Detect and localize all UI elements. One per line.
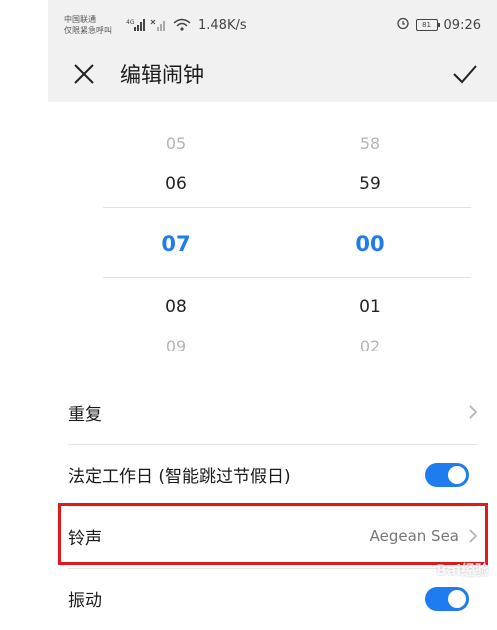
chevron-right-icon (469, 529, 478, 543)
status-bar: 中国联通 仅限紧急呼叫 4G 1.48K/s 81 09:26 (48, 0, 497, 46)
toggle-knob (448, 590, 466, 608)
alarm-edit-screen: 中国联通 仅限紧急呼叫 4G 1.48K/s 81 09:26 编辑闹钟 05 … (48, 0, 497, 611)
vibrate-label: 振动 (68, 591, 102, 611)
time-picker[interactable]: 05 06 07 08 09 58 59 00 01 02 (48, 102, 497, 352)
repeat-label: 重复 (68, 405, 102, 425)
ringtone-row[interactable]: 铃声 Aegean Sea (48, 506, 497, 568)
workday-toggle[interactable] (425, 463, 469, 487)
hour-option[interactable]: 06 (136, 174, 216, 194)
hour-selected[interactable]: 07 (136, 232, 216, 256)
picker-divider-top (103, 207, 471, 208)
carrier-status: 仅限紧急呼叫 (64, 26, 112, 35)
hour-option[interactable]: 08 (136, 297, 216, 317)
signal-icon-2 (150, 18, 168, 35)
minute-option[interactable]: 59 (330, 174, 410, 194)
wifi-icon (172, 18, 192, 35)
network-speed: 1.48K/s (198, 18, 247, 33)
signal-icon: 4G (126, 18, 146, 35)
page-title: 编辑闹钟 (120, 63, 204, 87)
carrier-name: 中国联通 (64, 15, 96, 24)
ringtone-value: Aegean Sea (369, 527, 459, 545)
ringtone-label: 铃声 (68, 529, 102, 549)
minute-selected[interactable]: 00 (330, 232, 410, 256)
close-icon (74, 64, 94, 84)
minute-option[interactable]: 58 (330, 134, 410, 153)
workday-row[interactable]: 法定工作日 (智能跳过节假日) (48, 444, 497, 506)
close-button[interactable] (70, 60, 98, 88)
hour-option[interactable]: 05 (136, 134, 216, 153)
status-right: 81 09:26 (396, 16, 481, 34)
checkmark-icon (453, 65, 477, 84)
confirm-button[interactable] (451, 60, 479, 88)
picker-divider-bottom (103, 277, 471, 278)
battery-icon: 81 (415, 19, 440, 31)
minute-option[interactable]: 01 (330, 297, 410, 317)
signal-4g-label: 4G (126, 19, 135, 26)
minute-option[interactable]: 02 (330, 337, 410, 351)
vibrate-toggle[interactable] (425, 587, 469, 611)
hour-option[interactable]: 09 (136, 337, 216, 351)
toggle-knob (448, 466, 466, 484)
title-bar: 编辑闹钟 (48, 46, 497, 102)
repeat-row[interactable]: 重复 (48, 382, 497, 444)
watermark: Bai经验 (436, 563, 489, 579)
clock: 09:26 (443, 17, 481, 33)
workday-label: 法定工作日 (智能跳过节假日) (68, 467, 291, 487)
vibrate-row[interactable]: 振动 (48, 568, 497, 630)
alarm-clock-icon (396, 16, 410, 34)
chevron-right-icon (469, 405, 478, 419)
